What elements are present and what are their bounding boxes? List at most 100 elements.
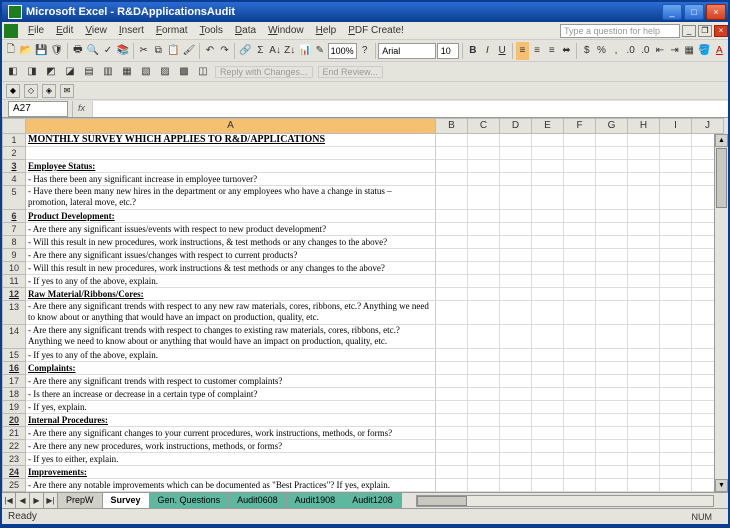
row-header[interactable]: 25 [2, 479, 26, 492]
row-header[interactable]: 11 [2, 275, 26, 288]
cell[interactable] [628, 301, 660, 325]
cell[interactable] [468, 147, 500, 160]
cell[interactable] [500, 236, 532, 249]
cell[interactable]: - Are there any significant issues/chang… [26, 249, 436, 262]
cell[interactable] [564, 414, 596, 427]
row-header[interactable]: 21 [2, 427, 26, 440]
cell[interactable] [596, 362, 628, 375]
menu-view[interactable]: View [79, 23, 113, 38]
spelling-icon[interactable]: ✓ [101, 42, 115, 60]
cell[interactable] [500, 210, 532, 223]
rev-icon-8[interactable]: ▧ [137, 63, 155, 81]
cell[interactable] [468, 249, 500, 262]
cell[interactable]: - Are there any significant trends with … [26, 375, 436, 388]
cell[interactable] [596, 160, 628, 173]
cell[interactable] [660, 388, 692, 401]
cell[interactable] [468, 160, 500, 173]
save-icon[interactable]: 💾 [34, 42, 48, 60]
row-header[interactable]: 19 [2, 401, 26, 414]
cell[interactable] [564, 262, 596, 275]
cell[interactable] [596, 440, 628, 453]
cell[interactable] [500, 440, 532, 453]
cell[interactable] [660, 236, 692, 249]
cell[interactable] [532, 223, 564, 236]
cell[interactable] [436, 236, 468, 249]
sheet-tab[interactable]: PrepW [58, 493, 103, 508]
cell[interactable]: - Is there an increase or decrease in a … [26, 388, 436, 401]
cell[interactable] [532, 288, 564, 301]
menu-pdf[interactable]: PDF Create! [342, 23, 410, 38]
rev-icon-4[interactable]: ◪ [61, 63, 79, 81]
cell[interactable] [532, 427, 564, 440]
cell[interactable] [596, 262, 628, 275]
formula-input[interactable] [92, 101, 728, 117]
undo-icon[interactable]: ↶ [203, 42, 217, 60]
cell[interactable] [532, 275, 564, 288]
menu-insert[interactable]: Insert [113, 23, 150, 38]
minimize-button[interactable]: _ [662, 4, 682, 20]
cell[interactable] [436, 349, 468, 362]
cell[interactable] [628, 362, 660, 375]
cell[interactable] [628, 401, 660, 414]
menu-format[interactable]: Format [150, 23, 194, 38]
cell[interactable] [436, 427, 468, 440]
cell[interactable] [628, 236, 660, 249]
cell[interactable] [436, 440, 468, 453]
cell[interactable] [468, 275, 500, 288]
cell[interactable] [564, 147, 596, 160]
col-header-j[interactable]: J [692, 118, 724, 134]
cell[interactable] [436, 301, 468, 325]
row-header[interactable]: 17 [2, 375, 26, 388]
cell[interactable] [436, 453, 468, 466]
cell[interactable] [564, 223, 596, 236]
cell[interactable] [500, 362, 532, 375]
cell[interactable] [596, 173, 628, 186]
rev-icon-6[interactable]: ▥ [99, 63, 117, 81]
cell[interactable] [436, 288, 468, 301]
cell[interactable] [628, 186, 660, 210]
cell[interactable] [468, 186, 500, 210]
scroll-down-icon[interactable]: ▼ [715, 479, 728, 492]
cell[interactable]: Complaints: [26, 362, 436, 375]
cell[interactable] [596, 236, 628, 249]
comma-icon[interactable]: , [609, 42, 623, 60]
cell[interactable] [596, 223, 628, 236]
cell[interactable] [596, 210, 628, 223]
cell[interactable] [660, 427, 692, 440]
pdf-icon-1[interactable]: ◆ [6, 84, 20, 98]
cell[interactable] [436, 147, 468, 160]
cell[interactable] [436, 388, 468, 401]
cell[interactable] [436, 210, 468, 223]
increase-indent-icon[interactable]: ⇥ [668, 42, 682, 60]
row-header[interactable]: 6 [2, 210, 26, 223]
cell[interactable] [500, 388, 532, 401]
preview-icon[interactable]: 🔍 [86, 42, 100, 60]
cell[interactable]: - Are there any significant trends with … [26, 301, 436, 325]
cell[interactable] [628, 349, 660, 362]
cell[interactable] [532, 466, 564, 479]
cell[interactable] [628, 223, 660, 236]
cell[interactable]: Employee Status: [26, 160, 436, 173]
cell[interactable] [564, 210, 596, 223]
cell[interactable] [468, 440, 500, 453]
cell[interactable] [436, 362, 468, 375]
sheet-tab[interactable]: Audit1208 [344, 493, 402, 508]
cell[interactable] [596, 288, 628, 301]
cell[interactable]: - Are there any notable improvements whi… [26, 479, 436, 492]
cell[interactable] [660, 466, 692, 479]
cell[interactable] [500, 414, 532, 427]
col-header-b[interactable]: B [436, 118, 468, 134]
vertical-scrollbar[interactable]: ▲ ▼ [714, 134, 728, 492]
cell[interactable] [500, 288, 532, 301]
cell[interactable] [500, 147, 532, 160]
cell[interactable] [436, 479, 468, 492]
cut-icon[interactable]: ✂ [137, 42, 151, 60]
row-header[interactable]: 15 [2, 349, 26, 362]
cell[interactable] [436, 160, 468, 173]
cell[interactable] [436, 414, 468, 427]
cell[interactable] [628, 375, 660, 388]
cell[interactable] [468, 401, 500, 414]
new-icon[interactable]: 🗋 [4, 42, 18, 60]
cell[interactable] [564, 401, 596, 414]
cell[interactable] [436, 173, 468, 186]
